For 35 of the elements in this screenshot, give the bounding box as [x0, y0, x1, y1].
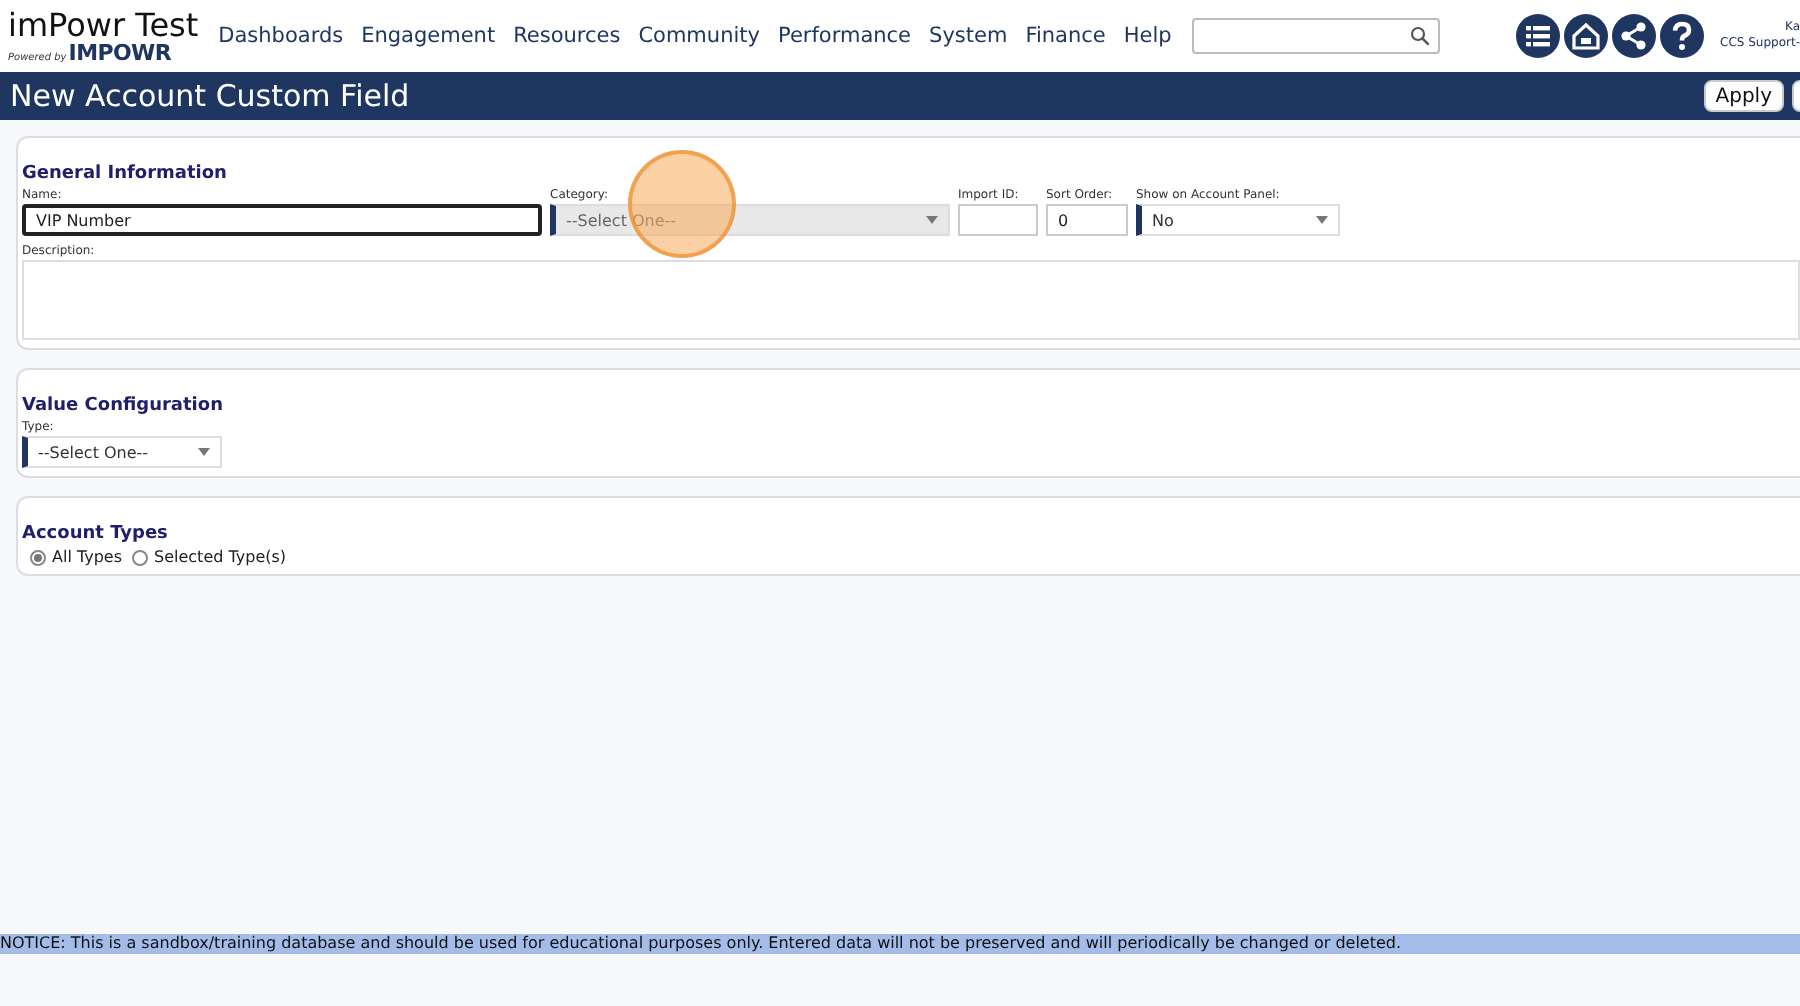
click-highlight: [628, 150, 736, 258]
list-icon[interactable]: [1516, 14, 1561, 58]
radio-button[interactable]: [30, 549, 46, 565]
nav-link[interactable]: Finance: [1025, 24, 1106, 48]
radio-label[interactable]: All Types: [52, 548, 123, 566]
dropdown[interactable]: No: [1136, 204, 1340, 236]
dropdown[interactable]: --Select One--: [22, 436, 222, 468]
caret-icon: [926, 216, 938, 224]
nav-link[interactable]: Help: [1123, 24, 1172, 48]
nav-link[interactable]: Performance: [777, 24, 912, 48]
nav-link[interactable]: Resources: [513, 24, 621, 48]
apply-button[interactable]: Apply: [1703, 80, 1784, 112]
caret-icon: [1316, 216, 1328, 224]
notice-text: NOTICE: This is a sandbox/training database and should be used for educational purposes only. Entered data will not be preserved and will periodically be changed or deleted.: [0, 934, 1402, 952]
share-icon[interactable]: [1612, 14, 1657, 58]
section-title: General Information: [22, 164, 227, 184]
nav-link[interactable]: System: [929, 24, 1008, 48]
text-field[interactable]: 0: [1046, 204, 1128, 236]
search-icon[interactable]: [1409, 26, 1430, 46]
caret-icon: [198, 448, 210, 456]
help-icon[interactable]: [1660, 14, 1705, 58]
nav-link[interactable]: Community: [638, 24, 760, 48]
radio-button[interactable]: [132, 549, 149, 565]
page-title: New Account Custom Field: [10, 78, 412, 114]
text-field[interactable]: [958, 204, 1038, 236]
nav-link[interactable]: Engagement: [361, 24, 496, 48]
section-title: Value Configuration: [22, 396, 223, 416]
section-title: Account Types: [22, 524, 168, 544]
text-field[interactable]: VIP Number: [22, 204, 542, 236]
home-icon[interactable]: [1564, 14, 1609, 58]
nav-link[interactable]: Dashboards: [218, 24, 344, 48]
app-title: imPowr Test: [8, 9, 199, 41]
brand-logo: IMPOWR: [68, 41, 172, 63]
radio-label[interactable]: Selected Type(s): [154, 548, 287, 566]
search-field[interactable]: [1191, 18, 1440, 54]
